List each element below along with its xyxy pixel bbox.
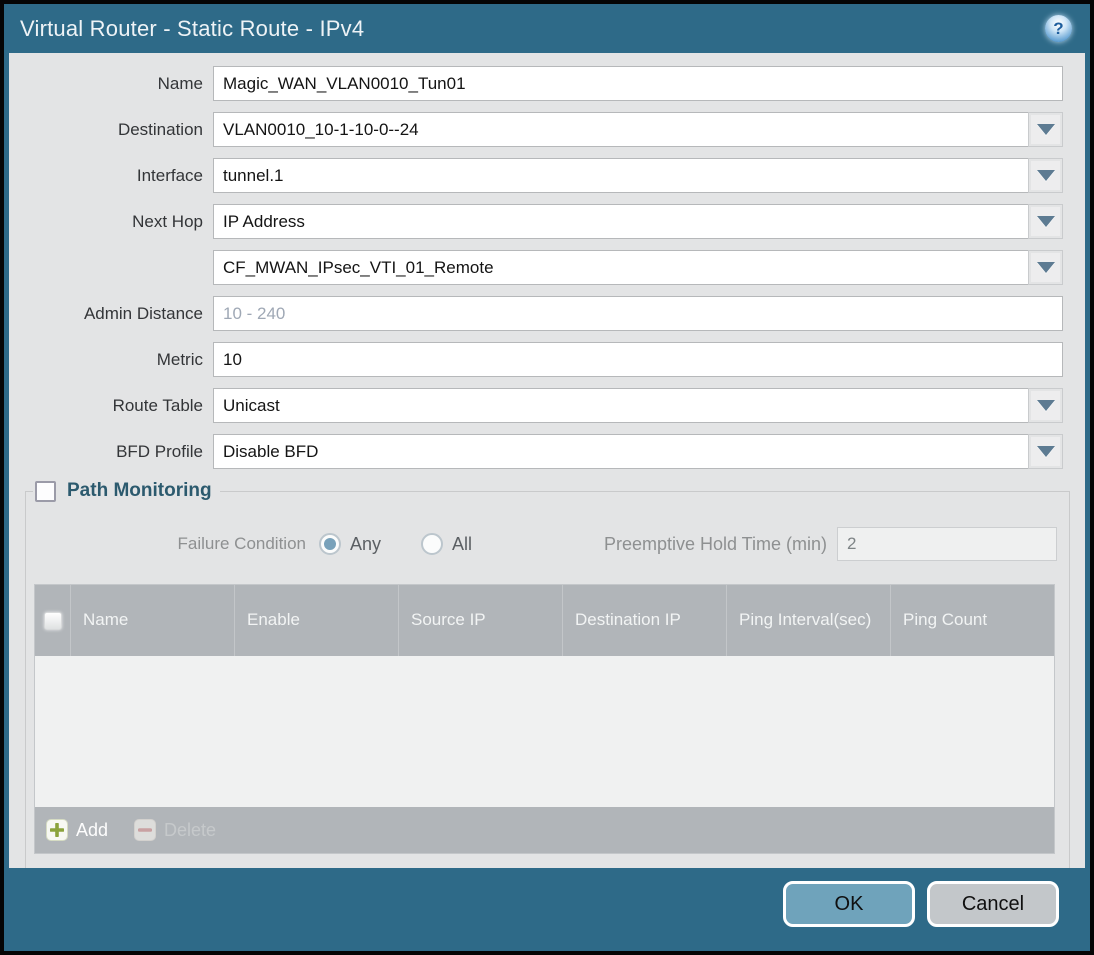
next-hop-address-input[interactable]	[213, 250, 1028, 285]
path-monitoring-legend: Path Monitoring	[33, 480, 220, 502]
table-toolbar: Add Delete	[35, 807, 1054, 853]
route-table-input[interactable]	[213, 388, 1028, 423]
form-row-next-hop-address	[9, 250, 1063, 285]
column-header-name: Name	[71, 585, 235, 656]
failure-condition-all-label: All	[452, 533, 473, 554]
form-row-destination: Destination	[9, 112, 1063, 147]
dialog-content: Name Destination Interface Next Hop	[9, 53, 1085, 868]
select-all-checkbox[interactable]	[43, 611, 62, 630]
failure-condition-any-radio[interactable]	[319, 533, 341, 555]
help-icon[interactable]: ?	[1045, 15, 1072, 42]
form-row-name: Name	[9, 66, 1063, 101]
interface-dropdown-button[interactable]	[1028, 158, 1063, 193]
interface-input[interactable]	[213, 158, 1028, 193]
failure-condition-row: Failure Condition Any All Preemptive Hol…	[26, 526, 1057, 562]
table-header-checkbox-cell	[35, 585, 71, 656]
form-row-admin-distance: Admin Distance	[9, 296, 1063, 331]
chevron-down-icon	[1036, 262, 1055, 273]
name-input[interactable]	[213, 66, 1063, 101]
cancel-button[interactable]: Cancel	[927, 881, 1059, 927]
column-header-source-ip: Source IP	[399, 585, 563, 656]
form-row-next-hop: Next Hop	[9, 204, 1063, 239]
preemptive-hold-time-label: Preemptive Hold Time (min)	[603, 533, 827, 554]
ok-button[interactable]: OK	[783, 881, 915, 927]
next-hop-type-input[interactable]	[213, 204, 1028, 239]
destination-label: Destination	[117, 119, 203, 139]
interface-label: Interface	[136, 165, 203, 185]
column-header-destination-ip: Destination IP	[563, 585, 727, 656]
minus-icon	[134, 819, 157, 841]
add-button[interactable]: Add	[46, 819, 108, 841]
column-header-ping-interval: Ping Interval(sec)	[727, 585, 891, 656]
name-label: Name	[157, 73, 203, 93]
preemptive-hold-time-input[interactable]	[837, 527, 1057, 561]
chevron-down-icon	[1036, 446, 1055, 457]
chevron-down-icon	[1036, 170, 1055, 181]
dialog-footer: OK Cancel	[4, 868, 1090, 951]
table-header-row: Name Enable Source IP Destination IP Pin…	[35, 585, 1054, 656]
dialog-title: Virtual Router - Static Route - IPv4	[20, 15, 365, 41]
destination-dropdown-button[interactable]	[1028, 112, 1063, 147]
bfd-profile-label: BFD Profile	[116, 441, 203, 461]
metric-label: Metric	[156, 349, 203, 369]
plus-icon	[46, 819, 68, 841]
delete-button-label: Delete	[164, 819, 217, 840]
next-hop-type-dropdown-button[interactable]	[1028, 204, 1063, 239]
path-monitoring-section: Path Monitoring Failure Condition Any Al…	[25, 480, 1070, 868]
failure-condition-label: Failure Condition	[177, 534, 306, 553]
metric-input[interactable]	[213, 342, 1063, 377]
route-table-label: Route Table	[112, 395, 203, 415]
static-route-dialog: Virtual Router - Static Route - IPv4 ? N…	[0, 0, 1094, 955]
path-monitoring-title: Path Monitoring	[67, 480, 212, 501]
route-table-dropdown-button[interactable]	[1028, 388, 1063, 423]
chevron-down-icon	[1036, 400, 1055, 411]
chevron-down-icon	[1036, 124, 1055, 135]
next-hop-address-dropdown-button[interactable]	[1028, 250, 1063, 285]
form-row-bfd-profile: BFD Profile	[9, 434, 1063, 469]
add-button-label: Add	[76, 819, 109, 840]
table-body-empty	[35, 656, 1054, 807]
path-monitoring-table: Name Enable Source IP Destination IP Pin…	[34, 584, 1055, 854]
form-row-route-table: Route Table	[9, 388, 1063, 423]
static-route-form: Name Destination Interface Next Hop	[9, 53, 1085, 469]
dialog-titlebar: Virtual Router - Static Route - IPv4 ?	[4, 4, 1090, 53]
column-header-ping-count: Ping Count	[903, 610, 988, 630]
admin-distance-input[interactable]	[213, 296, 1063, 331]
failure-condition-all-radio[interactable]	[421, 533, 444, 555]
admin-distance-label: Admin Distance	[83, 303, 203, 323]
path-monitoring-checkbox[interactable]	[35, 480, 56, 502]
destination-input[interactable]	[213, 112, 1028, 147]
bfd-profile-dropdown-button[interactable]	[1028, 434, 1063, 469]
delete-button[interactable]: Delete	[134, 819, 216, 841]
next-hop-label: Next Hop	[132, 211, 203, 231]
column-header-enable: Enable	[235, 585, 399, 656]
form-row-interface: Interface	[9, 158, 1063, 193]
bfd-profile-input[interactable]	[213, 434, 1028, 469]
chevron-down-icon	[1036, 216, 1055, 227]
failure-condition-any-label: Any	[350, 533, 382, 554]
form-row-metric: Metric	[9, 342, 1063, 377]
